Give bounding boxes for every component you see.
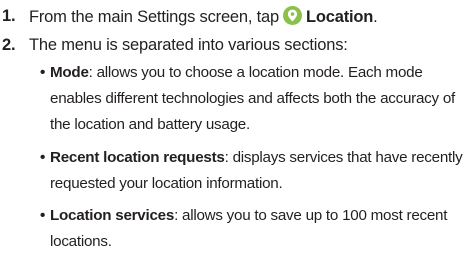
bullet-text: : allows you to choose a location mode. … [88, 64, 423, 81]
location-pin-icon [282, 6, 302, 25]
location-label: Location [305, 8, 374, 26]
bullet-line: locations. [50, 233, 112, 250]
bullet-dot: • [40, 207, 46, 224]
bullet-recent-location-requests: • Recent location requests: displays ser… [40, 145, 470, 197]
bullet-dot: • [40, 149, 46, 166]
step-text: From the main Settings screen, tap Locati… [29, 6, 378, 27]
step-number: 2. [2, 36, 16, 54]
bullet-term: Mode [50, 64, 89, 81]
step-number: 1. [2, 7, 16, 25]
bullet-dot: • [40, 64, 46, 81]
bullet-line: enables different technologies and affec… [50, 90, 456, 107]
bullet-line: Mode: allows you to choose a location mo… [40, 60, 470, 86]
bullet-location-services: • Location services: allows you to save … [40, 203, 470, 255]
bullet-text: : displays services that have recently [224, 149, 463, 166]
step-text-suffix: . [373, 8, 378, 26]
instruction-document: 1. From the main Settings screen, tap Loc… [0, 0, 473, 271]
bullet-line: Recent location requests: displays servi… [40, 145, 470, 171]
step-text: The menu is separated into various secti… [29, 36, 348, 54]
bullet-line: Location services: allows you to save up… [40, 203, 470, 229]
bullet-term: Location services [50, 207, 175, 224]
bullet-text: : allows you to save up to 100 most rece… [174, 207, 448, 224]
step-text-prefix: From the main Settings screen, tap [29, 8, 279, 26]
bullet-mode: • Mode: allows you to choose a location … [40, 60, 470, 138]
bullet-term: Recent location requests [50, 149, 225, 166]
bullet-line: the location and battery usage. [50, 116, 250, 133]
bullet-line: requested your location information. [50, 175, 283, 192]
